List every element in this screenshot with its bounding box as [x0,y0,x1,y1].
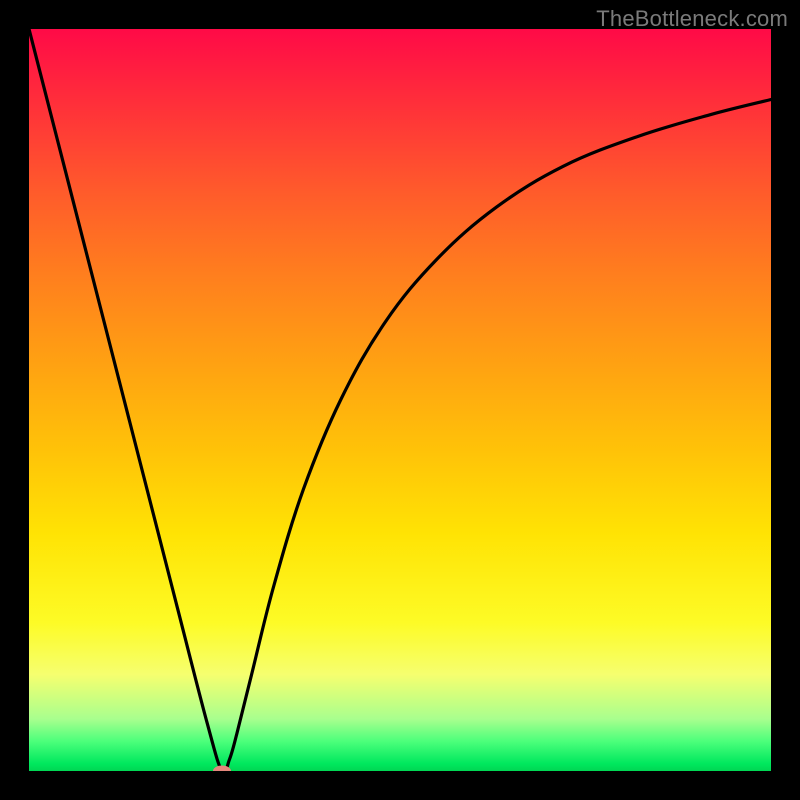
curve-svg [29,29,771,771]
bottleneck-curve [29,29,771,771]
minimum-marker [213,766,231,772]
watermark-text: TheBottleneck.com [596,6,788,32]
chart-frame: TheBottleneck.com [0,0,800,800]
plot-area [29,29,771,771]
